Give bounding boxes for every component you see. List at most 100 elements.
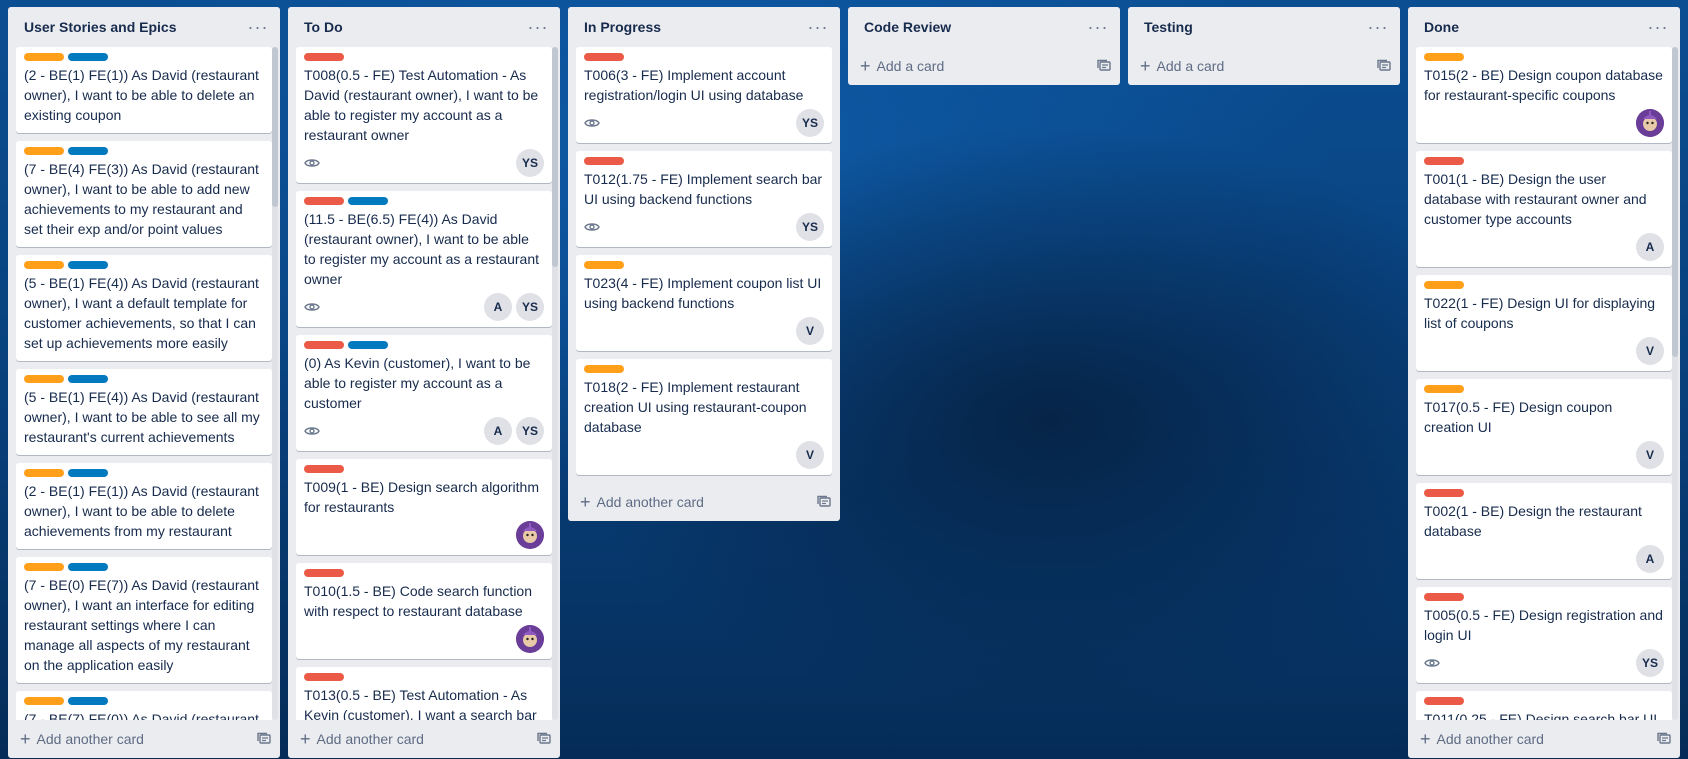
red-label[interactable] xyxy=(304,569,344,577)
card[interactable]: T012(1.75 - FE) Implement search bar UI … xyxy=(576,151,832,247)
blue-label[interactable] xyxy=(348,341,388,349)
card[interactable]: T002(1 - BE) Design the restaurant datab… xyxy=(1416,483,1672,579)
blue-label[interactable] xyxy=(68,375,108,383)
orange-label[interactable] xyxy=(24,53,64,61)
card[interactable]: T010(1.5 - BE) Code search function with… xyxy=(296,563,552,659)
card[interactable]: T017(0.5 - FE) Design coupon creation UI… xyxy=(1416,379,1672,475)
card[interactable]: T013(0.5 - BE) Test Automation - As Kevi… xyxy=(296,667,552,720)
avatar[interactable]: YS xyxy=(796,109,824,137)
card[interactable]: (7 - BE(4) FE(3)) As David (restaurant o… xyxy=(16,141,272,247)
blue-label[interactable] xyxy=(68,697,108,705)
card[interactable]: T022(1 - FE) Design UI for displaying li… xyxy=(1416,275,1672,371)
blue-label[interactable] xyxy=(68,147,108,155)
list-title[interactable]: User Stories and Epics xyxy=(24,19,177,35)
card[interactable]: (5 - BE(1) FE(4)) As David (restaurant o… xyxy=(16,369,272,455)
avatar[interactable]: V xyxy=(1636,337,1664,365)
list-header[interactable]: User Stories and Epics ··· xyxy=(8,7,280,47)
orange-label[interactable] xyxy=(1424,53,1464,61)
card[interactable]: T006(3 - FE) Implement account registrat… xyxy=(576,47,832,143)
red-label[interactable] xyxy=(584,53,624,61)
avatar[interactable]: A xyxy=(484,417,512,445)
avatar[interactable]: YS xyxy=(516,293,544,321)
red-label[interactable] xyxy=(1424,593,1464,601)
add-card-button[interactable]: + Add a card xyxy=(1140,57,1224,75)
avatar-image[interactable] xyxy=(1636,109,1664,137)
card[interactable]: T009(1 - BE) Design search algorithm for… xyxy=(296,459,552,555)
scrollbar-thumb[interactable] xyxy=(272,47,278,207)
avatar[interactable]: V xyxy=(796,317,824,345)
red-label[interactable] xyxy=(304,53,344,61)
orange-label[interactable] xyxy=(1424,385,1464,393)
blue-label[interactable] xyxy=(68,53,108,61)
scrollbar-thumb[interactable] xyxy=(1672,47,1678,357)
red-label[interactable] xyxy=(304,197,344,205)
red-label[interactable] xyxy=(584,157,624,165)
card[interactable]: T015(2 - BE) Design coupon database for … xyxy=(1416,47,1672,143)
list-menu-icon[interactable]: ··· xyxy=(524,13,552,41)
avatar-image[interactable] xyxy=(516,521,544,549)
card[interactable]: (2 - BE(1) FE(1)) As David (restaurant o… xyxy=(16,47,272,133)
red-label[interactable] xyxy=(304,465,344,473)
red-label[interactable] xyxy=(1424,489,1464,497)
card[interactable]: (2 - BE(1) FE(1)) As David (restaurant o… xyxy=(16,463,272,549)
card[interactable]: (11.5 - BE(6.5) FE(4)) As David (restaur… xyxy=(296,191,552,327)
avatar[interactable]: V xyxy=(796,441,824,469)
red-label[interactable] xyxy=(1424,157,1464,165)
list-header[interactable]: Code Review ··· xyxy=(848,7,1120,47)
list-header[interactable]: To Do ··· xyxy=(288,7,560,47)
list-title[interactable]: In Progress xyxy=(584,19,661,35)
avatar[interactable]: YS xyxy=(516,417,544,445)
card[interactable]: T011(0.25 - FE) Design search bar UI xyxy=(1416,691,1672,720)
orange-label[interactable] xyxy=(584,261,624,269)
orange-label[interactable] xyxy=(24,261,64,269)
blue-label[interactable] xyxy=(68,469,108,477)
add-card-button[interactable]: + Add another card xyxy=(1420,730,1544,748)
card-template-icon[interactable] xyxy=(1096,58,1112,74)
avatar[interactable]: A xyxy=(484,293,512,321)
card[interactable]: (7 - BE(7) FE(0)) As David (restaurant xyxy=(16,691,272,720)
avatar[interactable]: A xyxy=(1636,233,1664,261)
card[interactable]: T018(2 - FE) Implement restaurant creati… xyxy=(576,359,832,475)
add-card-button[interactable]: + Add a card xyxy=(860,57,944,75)
avatar[interactable]: YS xyxy=(796,213,824,241)
card-template-icon[interactable] xyxy=(256,731,272,747)
card[interactable]: T005(0.5 - FE) Design registration and l… xyxy=(1416,587,1672,683)
card[interactable]: T008(0.5 - FE) Test Automation - As Davi… xyxy=(296,47,552,183)
list-menu-icon[interactable]: ··· xyxy=(804,13,832,41)
card[interactable]: (5 - BE(1) FE(4)) As David (restaurant o… xyxy=(16,255,272,361)
blue-label[interactable] xyxy=(68,261,108,269)
list-header[interactable]: Testing ··· xyxy=(1128,7,1400,47)
list-title[interactable]: To Do xyxy=(304,19,343,35)
blue-label[interactable] xyxy=(68,563,108,571)
card-template-icon[interactable] xyxy=(816,494,832,510)
list-menu-icon[interactable]: ··· xyxy=(244,13,272,41)
scrollbar-thumb[interactable] xyxy=(552,47,558,267)
orange-label[interactable] xyxy=(1424,281,1464,289)
card[interactable]: (7 - BE(0) FE(7)) As David (restaurant o… xyxy=(16,557,272,683)
avatar[interactable]: YS xyxy=(1636,649,1664,677)
add-card-button[interactable]: + Add another card xyxy=(580,493,704,511)
list-header[interactable]: Done ··· xyxy=(1408,7,1680,47)
red-label[interactable] xyxy=(1424,697,1464,705)
orange-label[interactable] xyxy=(24,375,64,383)
list-title[interactable]: Code Review xyxy=(864,19,951,35)
orange-label[interactable] xyxy=(584,365,624,373)
card-template-icon[interactable] xyxy=(1656,731,1672,747)
avatar[interactable]: V xyxy=(1636,441,1664,469)
orange-label[interactable] xyxy=(24,469,64,477)
add-card-button[interactable]: + Add another card xyxy=(20,730,144,748)
avatar[interactable]: A xyxy=(1636,545,1664,573)
list-menu-icon[interactable]: ··· xyxy=(1364,13,1392,41)
red-label[interactable] xyxy=(304,341,344,349)
orange-label[interactable] xyxy=(24,563,64,571)
card[interactable]: (0) As Kevin (customer), I want to be ab… xyxy=(296,335,552,451)
orange-label[interactable] xyxy=(24,697,64,705)
card[interactable]: T001(1 - BE) Design the user database wi… xyxy=(1416,151,1672,267)
avatar[interactable]: YS xyxy=(516,149,544,177)
add-card-button[interactable]: + Add another card xyxy=(300,730,424,748)
red-label[interactable] xyxy=(304,673,344,681)
card-template-icon[interactable] xyxy=(536,731,552,747)
list-title[interactable]: Testing xyxy=(1144,19,1193,35)
avatar-image[interactable] xyxy=(516,625,544,653)
orange-label[interactable] xyxy=(24,147,64,155)
